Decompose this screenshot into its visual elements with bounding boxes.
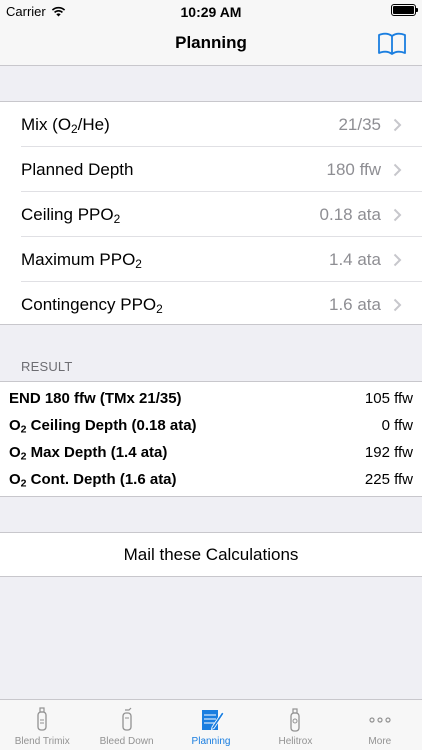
setting-row-mix[interactable]: Mix (O2/He) 21/35 <box>0 102 422 147</box>
result-label: O2 Cont. Depth (1.6 ata) <box>9 471 365 489</box>
setting-label: Maximum PPO2 <box>21 250 329 270</box>
tab-label: Bleed Down <box>99 736 154 747</box>
label-text: Maximum PPO <box>21 249 136 269</box>
label-text: Planned Depth <box>21 159 134 179</box>
setting-label: Contingency PPO2 <box>21 295 329 315</box>
chevron-right-icon <box>393 208 402 221</box>
helitrox-tank-icon <box>290 708 301 732</box>
setting-value: 21/35 <box>338 114 381 134</box>
label-subscript: 2 <box>113 211 121 226</box>
label-subscript: 2 <box>135 256 142 271</box>
more-icon <box>369 717 391 723</box>
chevron-right-icon <box>393 118 402 131</box>
result-label-text: Max Depth (1.4 ata) <box>26 444 168 461</box>
tab-bar: Blend Trimix Bleed Down Planning Helitrox Mo… <box>0 699 422 750</box>
book-button[interactable] <box>376 28 408 60</box>
bleed-tank-icon <box>121 707 132 731</box>
tab-label: Helitrox <box>278 736 313 747</box>
book-icon <box>378 32 406 55</box>
label-text: Ceiling PPO <box>21 204 114 224</box>
battery-icon <box>391 4 418 16</box>
tab-blend-trimix[interactable]: Blend Trimix <box>0 700 84 750</box>
setting-value: 1.6 ata <box>329 294 381 314</box>
mail-calculations-button[interactable]: Mail these Calculations <box>0 532 422 577</box>
chevron-right-icon <box>393 163 402 176</box>
result-row: END 180 ffw (TMx 21/35) 105 ffw <box>0 385 422 412</box>
result-list: END 180 ffw (TMx 21/35) 105 ffw O2 Ceiling… <box>0 381 422 497</box>
tab-label: Blend Trimix <box>14 736 70 747</box>
result-section-header: RESULT <box>21 359 73 374</box>
setting-value: 1.4 ata <box>329 249 381 269</box>
setting-label: Mix (O2/He) <box>21 115 338 135</box>
label-text: Contingency PPO <box>21 294 157 314</box>
result-label-prefix: O <box>9 471 21 488</box>
setting-value: 0.18 ata <box>319 204 381 224</box>
setting-label: Ceiling PPO2 <box>21 205 320 225</box>
result-value: 0 ffw <box>381 417 413 434</box>
setting-label: Planned Depth <box>21 160 326 180</box>
result-label-prefix: O <box>9 444 21 461</box>
result-label-text: Ceiling Depth (0.18 ata) <box>26 417 197 434</box>
result-row: O2 Cont. Depth (1.6 ata) 225 ffw <box>0 466 422 493</box>
status-bar: Carrier 10:29 AM <box>0 0 422 22</box>
page-title: Planning <box>175 33 247 52</box>
label-subscript: 2 <box>71 121 78 136</box>
setting-row-planned-depth[interactable]: Planned Depth 180 ffw <box>0 147 422 192</box>
notepad-pencil-icon <box>202 710 225 731</box>
result-row: O2 Ceiling Depth (0.18 ata) 0 ffw <box>0 412 422 439</box>
tab-label: More <box>368 736 392 747</box>
setting-value: 180 ffw <box>326 159 381 179</box>
status-right <box>391 4 418 16</box>
chevron-right-icon <box>393 253 402 266</box>
result-label-prefix: O <box>9 417 21 434</box>
tab-bleed-down[interactable]: Bleed Down <box>84 700 168 750</box>
result-value: 105 ffw <box>364 390 413 407</box>
tab-helitrox[interactable]: Helitrox <box>253 700 337 750</box>
clock: 10:29 AM <box>180 4 242 20</box>
label-text: Mix (O <box>21 114 72 134</box>
tab-planning[interactable]: Planning <box>169 700 253 750</box>
setting-row-ceiling-ppo2[interactable]: Ceiling PPO2 0.18 ata <box>0 192 422 237</box>
result-label: END 180 ffw (TMx 21/35) <box>9 390 365 407</box>
result-row: O2 Max Depth (1.4 ata) 192 ffw <box>0 439 422 466</box>
navigation-bar: Planning <box>0 22 422 66</box>
result-label-text: END 180 ffw (TMx 21/35) <box>9 390 182 407</box>
tank-icon <box>37 707 47 731</box>
result-label: O2 Max Depth (1.4 ata) <box>9 444 365 462</box>
result-label-text: Cont. Depth (1.6 ata) <box>26 471 177 488</box>
planning-inputs: Mix (O2/He) 21/35 Planned Depth 180 ffw Ceil… <box>0 101 422 325</box>
tab-more[interactable]: More <box>338 700 422 750</box>
result-value: 225 ffw <box>364 471 413 488</box>
setting-row-maximum-ppo2[interactable]: Maximum PPO2 1.4 ata <box>0 237 422 282</box>
chevron-right-icon <box>393 298 402 311</box>
result-label: O2 Ceiling Depth (0.18 ata) <box>9 417 382 435</box>
label-subscript: 2 <box>156 301 163 316</box>
tab-label: Planning <box>191 736 231 747</box>
setting-row-contingency-ppo2[interactable]: Contingency PPO2 1.6 ata <box>0 282 422 327</box>
result-value: 192 ffw <box>364 444 413 461</box>
label-tail: /He) <box>77 114 110 134</box>
